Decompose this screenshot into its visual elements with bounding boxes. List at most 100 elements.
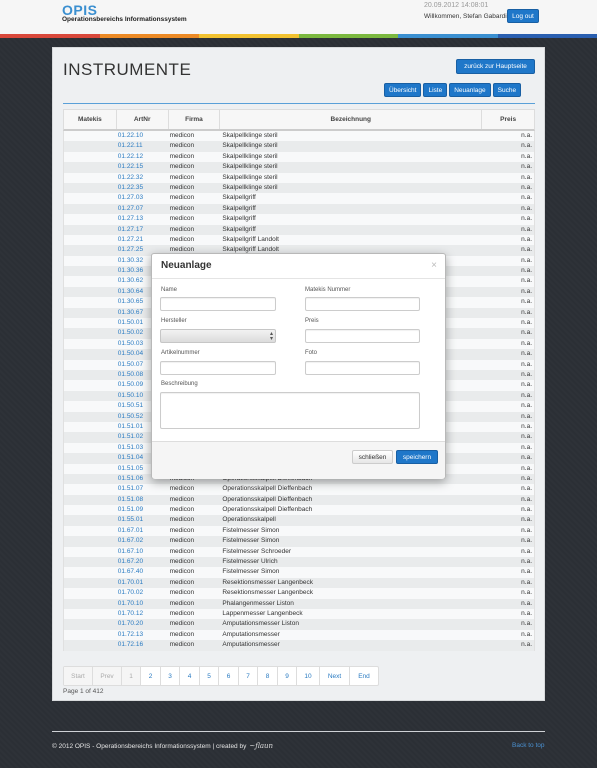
cell-artnr[interactable]: 01.55.01 [117, 515, 169, 525]
save-button[interactable]: speichern [396, 450, 438, 464]
pagination-prev[interactable]: Prev [93, 667, 122, 685]
table-row[interactable]: 01.67.20 medicon Fistelmesser Ulrich n.a. [63, 557, 535, 568]
pagination-start[interactable]: Start [64, 667, 93, 685]
cell-firma: medicon [169, 506, 195, 514]
table-row[interactable]: 01.51.08 medicon Operationsskalpell Dieffe… [63, 494, 535, 506]
back-to-top-link[interactable]: Back to top [512, 742, 545, 749]
name-field[interactable] [160, 297, 276, 311]
close-icon[interactable]: × [431, 260, 437, 271]
table-row[interactable]: 01.22.11 medicon Skalpellklinge steril n.a. [63, 141, 535, 152]
cell-artnr[interactable]: 01.27.03 [117, 193, 169, 203]
table-row[interactable]: 01.55.01 medicon Operationsskalpell n.a. [63, 515, 535, 526]
cell-artnr[interactable]: 01.27.13 [117, 214, 169, 224]
cell-matekis [64, 484, 117, 494]
table-row[interactable]: 01.27.17 medicon Skalpellgriff n.a. [63, 224, 535, 235]
cell-artnr[interactable]: 01.27.17 [117, 225, 169, 235]
pagination-end[interactable]: End [350, 667, 378, 685]
pagination-page-8[interactable]: 8 [258, 667, 278, 685]
table-row[interactable]: 01.27.03 medicon Skalpellgriff n.a. [63, 193, 535, 204]
artikelnummer-field[interactable] [160, 361, 276, 375]
column-header-matekis[interactable]: Matekis [64, 110, 117, 129]
cell-artnr[interactable]: 01.51.09 [117, 505, 169, 515]
pagination-page-10[interactable]: 10 [297, 667, 320, 685]
matekis-number-field[interactable] [305, 297, 420, 311]
cell-artnr[interactable]: 01.27.07 [117, 204, 169, 214]
column-header-preis[interactable]: Preis [482, 110, 534, 129]
table-row[interactable]: 01.22.15 medicon Skalpellklinge steril n.a. [63, 162, 535, 173]
cell-artnr[interactable]: 01.67.20 [117, 557, 169, 567]
cell-artnr[interactable]: 01.22.12 [117, 152, 169, 162]
table-row[interactable]: 01.22.35 medicon Skalpellklinge steril n.a. [63, 182, 535, 194]
cell-artnr[interactable]: 01.51.08 [117, 495, 169, 505]
cell-matekis [64, 173, 117, 183]
table-row[interactable]: 01.27.21 medicon Skalpellgriff Landolt n.a. [63, 234, 535, 246]
cell-firma: medicon [169, 183, 195, 191]
pagination-page-4[interactable]: 4 [180, 667, 200, 685]
cell-artnr[interactable]: 01.72.13 [117, 630, 169, 640]
stripe-segment [0, 34, 100, 38]
tab-list[interactable]: Liste [423, 83, 448, 97]
brand[interactable]: OPIS Operationsbereichs Informationssyst… [62, 3, 187, 23]
cell-bezeichnung: Skalpellklinge steril [222, 163, 278, 171]
table-row[interactable]: 01.67.10 medicon Fistelmesser Schroeder n.a… [63, 546, 535, 558]
cell-matekis [64, 339, 117, 349]
cell-artnr[interactable]: 01.27.21 [117, 235, 169, 245]
pagination-page-5[interactable]: 5 [200, 667, 219, 685]
pagination-next[interactable]: Next [320, 667, 350, 685]
modal-footer: schließen speichern [152, 441, 445, 479]
back-to-main-button[interactable]: zurück zur Hauptseite [456, 59, 535, 74]
cell-artnr[interactable]: 01.22.10 [117, 131, 169, 141]
foto-field[interactable] [305, 361, 420, 375]
table-row[interactable]: 01.51.09 medicon Operationsskalpell Dieffe… [63, 505, 535, 516]
cell-artnr[interactable]: 01.70.20 [117, 619, 169, 629]
table-row[interactable]: 01.70.10 medicon Phalangenmesser Liston n.a… [63, 598, 535, 609]
table-row[interactable]: 01.70.12 medicon Lappenmesser Langenbeck n.… [63, 608, 535, 620]
table-row[interactable]: 01.22.10 medicon Skalpellklinge steril n.a. [63, 131, 535, 142]
tab-search[interactable]: Suche [492, 83, 522, 97]
beschreibung-textarea[interactable] [160, 392, 420, 429]
table-row[interactable]: 01.70.02 medicon Resektionsmesser Langenbe… [63, 588, 535, 599]
column-header-bezeichnung[interactable]: Bezeichnung [220, 110, 483, 129]
table-row[interactable]: 01.51.07 medicon Operationsskalpell Dieffe… [63, 484, 535, 495]
table-row[interactable]: 01.67.02 medicon Fistelmesser Simon n.a. [63, 536, 535, 547]
cell-artnr[interactable]: 01.70.12 [117, 609, 169, 619]
pagination-page-3[interactable]: 3 [161, 667, 180, 685]
table-row[interactable]: 01.70.20 medicon Amputationsmesser Liston n… [63, 619, 535, 630]
table-row[interactable]: 01.22.12 medicon Skalpellklinge steril n.a. [63, 151, 535, 163]
table-row[interactable]: 01.27.07 medicon Skalpellgriff n.a. [63, 203, 535, 215]
cell-artnr[interactable]: 01.22.35 [117, 183, 169, 193]
cell-artnr[interactable]: 01.67.40 [117, 567, 169, 577]
table-row[interactable]: 01.67.40 medicon Fistelmesser Simon n.a. [63, 567, 535, 578]
creator-signature-logo: ~ƒlaun [249, 742, 274, 750]
logout-button[interactable]: Log out [507, 9, 539, 23]
tab-new-entry[interactable]: Neuanlage [449, 83, 491, 97]
cell-artnr[interactable]: 01.22.15 [117, 162, 169, 172]
cell-artnr[interactable]: 01.70.01 [117, 578, 169, 588]
cell-artnr[interactable]: 01.72.16 [117, 640, 169, 650]
pagination-page-6[interactable]: 6 [219, 667, 239, 685]
tab-overview[interactable]: Übersicht [384, 83, 422, 97]
pagination-page-1[interactable]: 1 [122, 667, 141, 685]
table-row[interactable]: 01.72.16 medicon Amputationsmesser n.a. [63, 640, 535, 651]
cell-artnr[interactable]: 01.22.11 [117, 141, 169, 151]
table-row[interactable]: 01.67.01 medicon Fistelmesser Simon n.a. [63, 525, 535, 537]
table-row[interactable]: 01.27.13 medicon Skalpellgriff n.a. [63, 214, 535, 225]
cell-artnr[interactable]: 01.70.02 [117, 588, 169, 598]
cell-artnr[interactable]: 01.70.10 [117, 599, 169, 609]
column-header-artnr[interactable]: ArtNr [117, 110, 169, 129]
cell-artnr[interactable]: 01.22.32 [117, 173, 169, 183]
preis-field[interactable] [305, 329, 420, 343]
cell-artnr[interactable]: 01.51.07 [117, 484, 169, 494]
cell-artnr[interactable]: 01.67.01 [117, 526, 169, 536]
table-row[interactable]: 01.70.01 medicon Resektionsmesser Langenbe… [63, 577, 535, 589]
table-row[interactable]: 01.22.32 medicon Skalpellklinge steril n.a. [63, 172, 535, 183]
pagination-page-7[interactable]: 7 [239, 667, 258, 685]
column-header-firma[interactable]: Firma [169, 110, 221, 129]
hersteller-select[interactable]: ▴ ▾ [160, 329, 276, 343]
cell-artnr[interactable]: 01.67.02 [117, 536, 169, 546]
cell-artnr[interactable]: 01.67.10 [117, 547, 169, 557]
table-row[interactable]: 01.72.13 medicon Amputationsmesser n.a. [63, 629, 535, 641]
pagination-page-2[interactable]: 2 [141, 667, 161, 685]
close-button[interactable]: schließen [352, 450, 393, 464]
pagination-page-9[interactable]: 9 [278, 667, 297, 685]
